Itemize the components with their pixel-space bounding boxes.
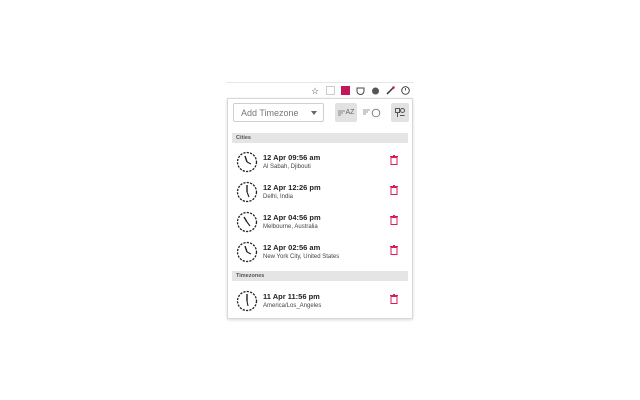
delete-icon[interactable] bbox=[390, 294, 398, 304]
delete-icon[interactable] bbox=[390, 215, 398, 225]
sort-time-icon bbox=[363, 108, 381, 117]
city-time: 12 Apr 12:26 pm bbox=[263, 183, 321, 192]
clock-icon bbox=[236, 181, 258, 203]
clock-icon bbox=[236, 211, 258, 233]
add-timezone-placeholder: Add Timezone bbox=[241, 107, 299, 118]
sort-lines-icon bbox=[337, 110, 345, 115]
timezones-section-header: Timezones bbox=[232, 271, 408, 281]
sort-az-button[interactable]: AZ bbox=[335, 103, 357, 122]
city-time: 12 Apr 04:56 pm bbox=[263, 213, 321, 222]
extension-blank-icon[interactable] bbox=[325, 86, 335, 96]
clock-icon bbox=[236, 290, 258, 312]
timezone-time: 11 Apr 11:56 pm bbox=[263, 292, 320, 301]
settings-button[interactable] bbox=[391, 103, 409, 122]
delete-icon[interactable] bbox=[390, 245, 398, 255]
timezone-row: 11 Apr 11:56 pm America/Los_Angeles bbox=[236, 288, 406, 314]
sort-time-button[interactable] bbox=[361, 103, 383, 122]
sort-az-label: AZ bbox=[345, 109, 355, 116]
city-place: Delhi, India bbox=[263, 194, 294, 200]
browser-extensions-bar: ☆ bbox=[226, 82, 414, 98]
red-extension-icon[interactable] bbox=[340, 86, 350, 96]
cities-section-header: Cities bbox=[232, 133, 408, 143]
clock-icon bbox=[236, 151, 258, 173]
clock-extension-icon[interactable] bbox=[400, 86, 410, 96]
city-row: 12 Apr 12:26 pm Delhi, India bbox=[236, 179, 406, 205]
city-place: Al Sabah, Djibouti bbox=[263, 164, 311, 170]
timezone-popup: Add Timezone AZ Cities 12 Apr 09:56 am A… bbox=[227, 98, 413, 319]
delete-icon[interactable] bbox=[390, 185, 398, 195]
pocket-icon[interactable] bbox=[355, 86, 365, 96]
clock-icon bbox=[236, 241, 258, 263]
star-icon[interactable]: ☆ bbox=[310, 86, 320, 96]
colorpicker-icon[interactable] bbox=[385, 86, 395, 96]
popup-toolbar: Add Timezone AZ bbox=[228, 99, 412, 131]
city-time: 12 Apr 02:56 am bbox=[263, 243, 321, 252]
city-row: 12 Apr 02:56 am New York City, United St… bbox=[236, 239, 406, 265]
city-time: 12 Apr 09:56 am bbox=[263, 153, 321, 162]
city-row: 12 Apr 09:56 am Al Sabah, Djibouti bbox=[236, 149, 406, 175]
city-place: New York City, United States bbox=[263, 254, 340, 260]
mask-icon[interactable] bbox=[370, 86, 380, 96]
city-place: Melbourne, Australia bbox=[263, 224, 318, 230]
delete-icon[interactable] bbox=[390, 155, 398, 165]
timezone-place: America/Los_Angeles bbox=[263, 303, 322, 309]
add-timezone-select[interactable]: Add Timezone bbox=[233, 103, 324, 122]
settings-icon bbox=[395, 107, 405, 117]
city-row: 12 Apr 04:56 pm Melbourne, Australia bbox=[236, 209, 406, 235]
chevron-down-icon bbox=[311, 111, 317, 115]
